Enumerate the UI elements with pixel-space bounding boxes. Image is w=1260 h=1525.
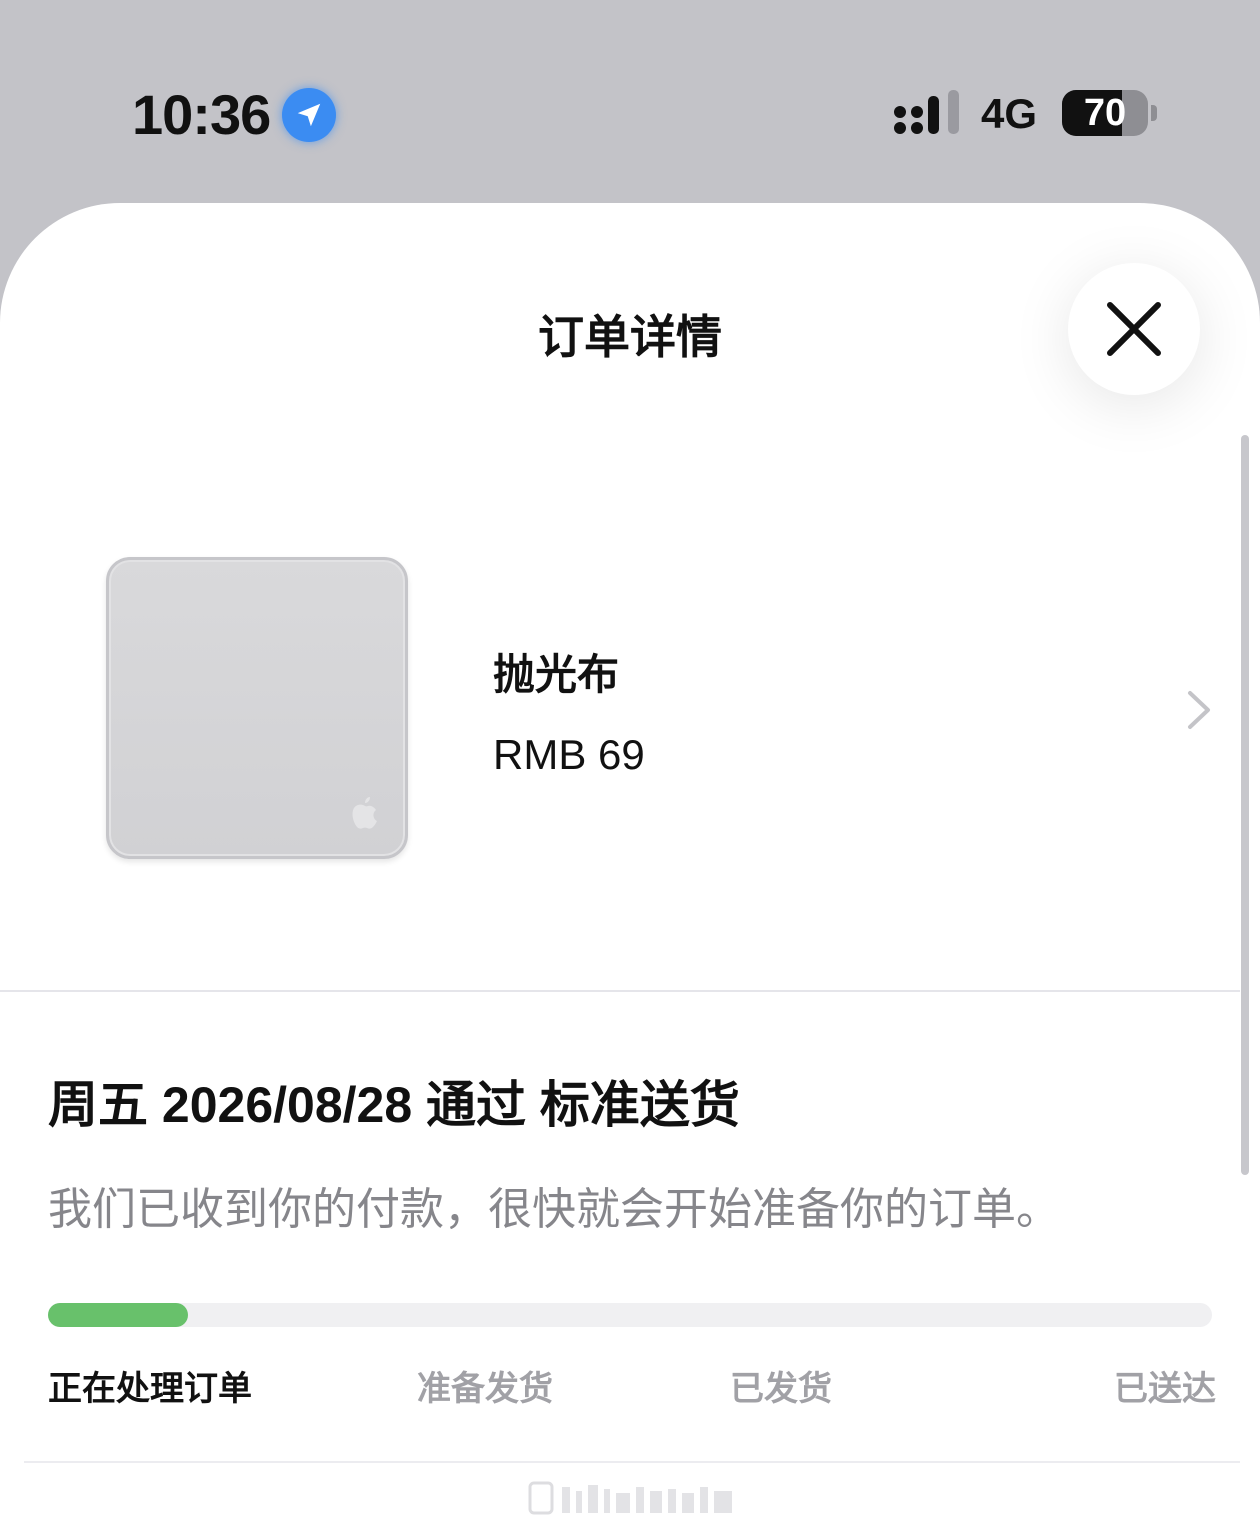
delivery-date-title: 周五 2026/08/28 通过 标准送货 <box>48 1077 740 1133</box>
step-preparing: 准备发货 <box>417 1370 553 1408</box>
network-type: 4G <box>981 90 1038 137</box>
product-row[interactable]: 抛光布 RMB 69 <box>0 543 1240 873</box>
watermark-logo <box>528 1481 732 1515</box>
order-status-message: 我们已收到你的付款，很快就会开始准备你的订单。 <box>48 1185 1060 1234</box>
scrollbar[interactable] <box>1241 435 1249 1175</box>
status-bar: 10:36 4G 70 <box>0 0 1260 200</box>
battery-icon: 70 <box>1062 90 1162 136</box>
order-progress-bar <box>48 1303 1212 1327</box>
product-price: RMB 69 <box>493 731 645 778</box>
location-arrow-icon <box>282 88 336 142</box>
apple-logo-icon <box>352 797 377 829</box>
step-delivered: 已送达 <box>1114 1370 1216 1408</box>
close-icon <box>1107 302 1161 356</box>
chevron-right-icon <box>1188 691 1210 729</box>
step-shipped: 已发货 <box>730 1370 832 1408</box>
step-processing: 正在处理订单 <box>48 1370 252 1408</box>
divider <box>0 990 1240 992</box>
divider <box>24 1461 1240 1463</box>
clock: 10:36 <box>132 83 271 146</box>
product-image <box>106 557 408 859</box>
battery-level: 70 <box>1083 91 1127 134</box>
product-name: 抛光布 <box>493 651 620 698</box>
order-details-sheet: 订单详情 抛光布 RMB 69 周五 2026/08/28 通过 标准送货 我们… <box>0 203 1260 1525</box>
order-progress-fill <box>48 1303 188 1327</box>
cellular-signal-icon <box>894 90 959 134</box>
close-button[interactable] <box>1068 263 1200 395</box>
